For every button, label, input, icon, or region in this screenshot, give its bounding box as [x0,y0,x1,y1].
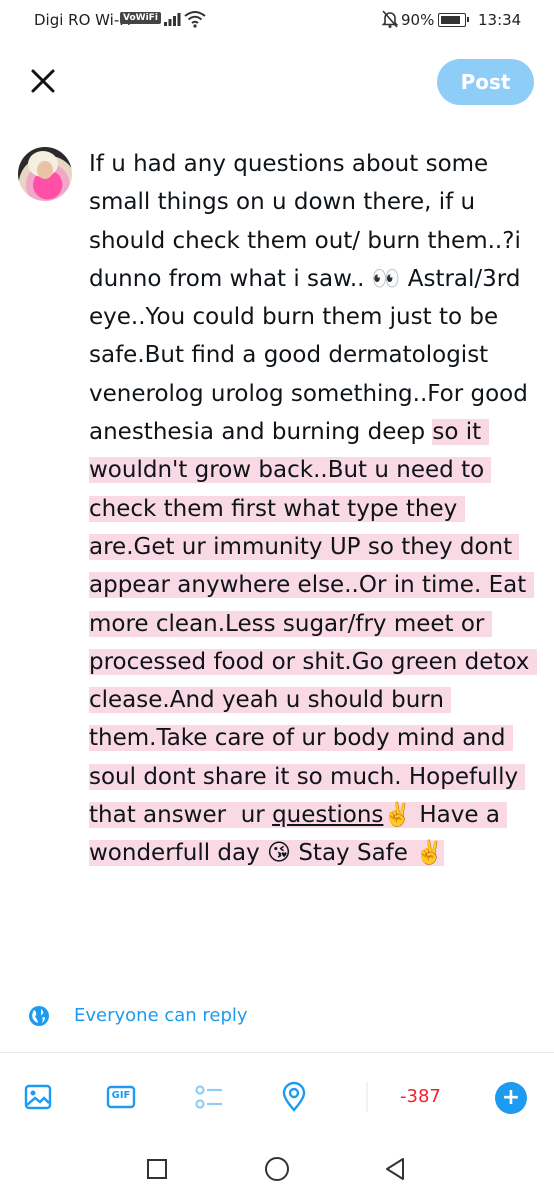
tweet-text-plain: If u had any questions about some small … [89,151,536,446]
recents-icon[interactable] [143,1155,171,1183]
avatar [18,147,72,201]
reply-setting-button[interactable]: Everyone can reply [28,1003,288,1033]
back-icon[interactable] [381,1155,409,1183]
home-icon[interactable] [263,1155,291,1183]
tweet-text-input[interactable]: If u had any questions about some small … [89,145,539,873]
poll-icon[interactable] [193,1081,225,1113]
globe-icon [29,1006,49,1026]
divider [0,1052,554,1053]
tweet-text-over-limit: so it wouldn't grow back..But u need to … [89,419,537,867]
status-bar: Digi RO Wi-Fi VoWiFi 90% 13:34 [0,0,554,40]
count-separator [366,1082,368,1112]
character-count: -387 [400,1086,441,1107]
wifi-icon [184,11,206,28]
spellcheck-word: questions [272,802,384,829]
battery-icon [438,13,469,27]
image-icon[interactable] [22,1081,54,1113]
gif-button[interactable]: GIF [105,1081,137,1113]
battery-percent: 90% [401,11,435,29]
gif-label: GIF [111,1090,131,1101]
close-icon[interactable] [26,64,60,98]
post-button[interactable]: Post [437,59,534,105]
add-tweet-button[interactable]: + [495,1082,527,1114]
clock: 13:34 [478,11,522,29]
location-icon[interactable] [278,1081,310,1113]
vowifi-badge: VoWiFi [120,12,161,24]
carrier-label: Digi RO Wi-Fi [34,11,131,29]
signal-icon [164,13,181,26]
battery-fill [441,16,460,24]
reply-setting-label: Everyone can reply [74,1005,248,1026]
mute-bell-icon [381,10,399,28]
